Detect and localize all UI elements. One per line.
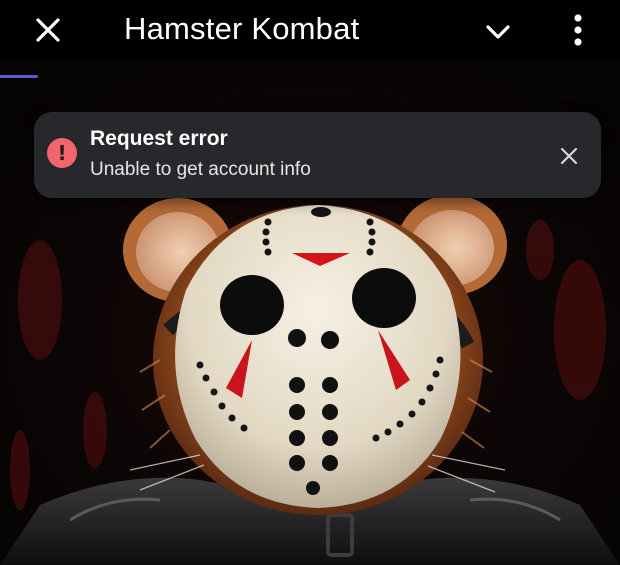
- app-title: Hamster Kombat: [124, 11, 360, 46]
- close-icon: [560, 147, 578, 165]
- more-menu-button[interactable]: [562, 10, 594, 50]
- close-button[interactable]: [30, 12, 66, 48]
- loading-progress-bar: [0, 75, 38, 78]
- app-screen: Hamster Kombat ! Request error Unable to…: [0, 0, 620, 565]
- more-vertical-icon: [574, 14, 582, 46]
- chevron-down-icon: [486, 25, 510, 39]
- expand-button[interactable]: [478, 14, 518, 50]
- toast-title: Request error: [90, 127, 228, 150]
- error-exclamation-icon: !: [47, 138, 77, 168]
- close-icon: [36, 18, 60, 42]
- request-error-toast: ! Request error Unable to get account in…: [34, 112, 601, 198]
- toast-close-button[interactable]: [554, 141, 584, 171]
- top-app-bar: Hamster Kombat: [0, 0, 620, 60]
- toast-message: Unable to get account info: [90, 159, 311, 180]
